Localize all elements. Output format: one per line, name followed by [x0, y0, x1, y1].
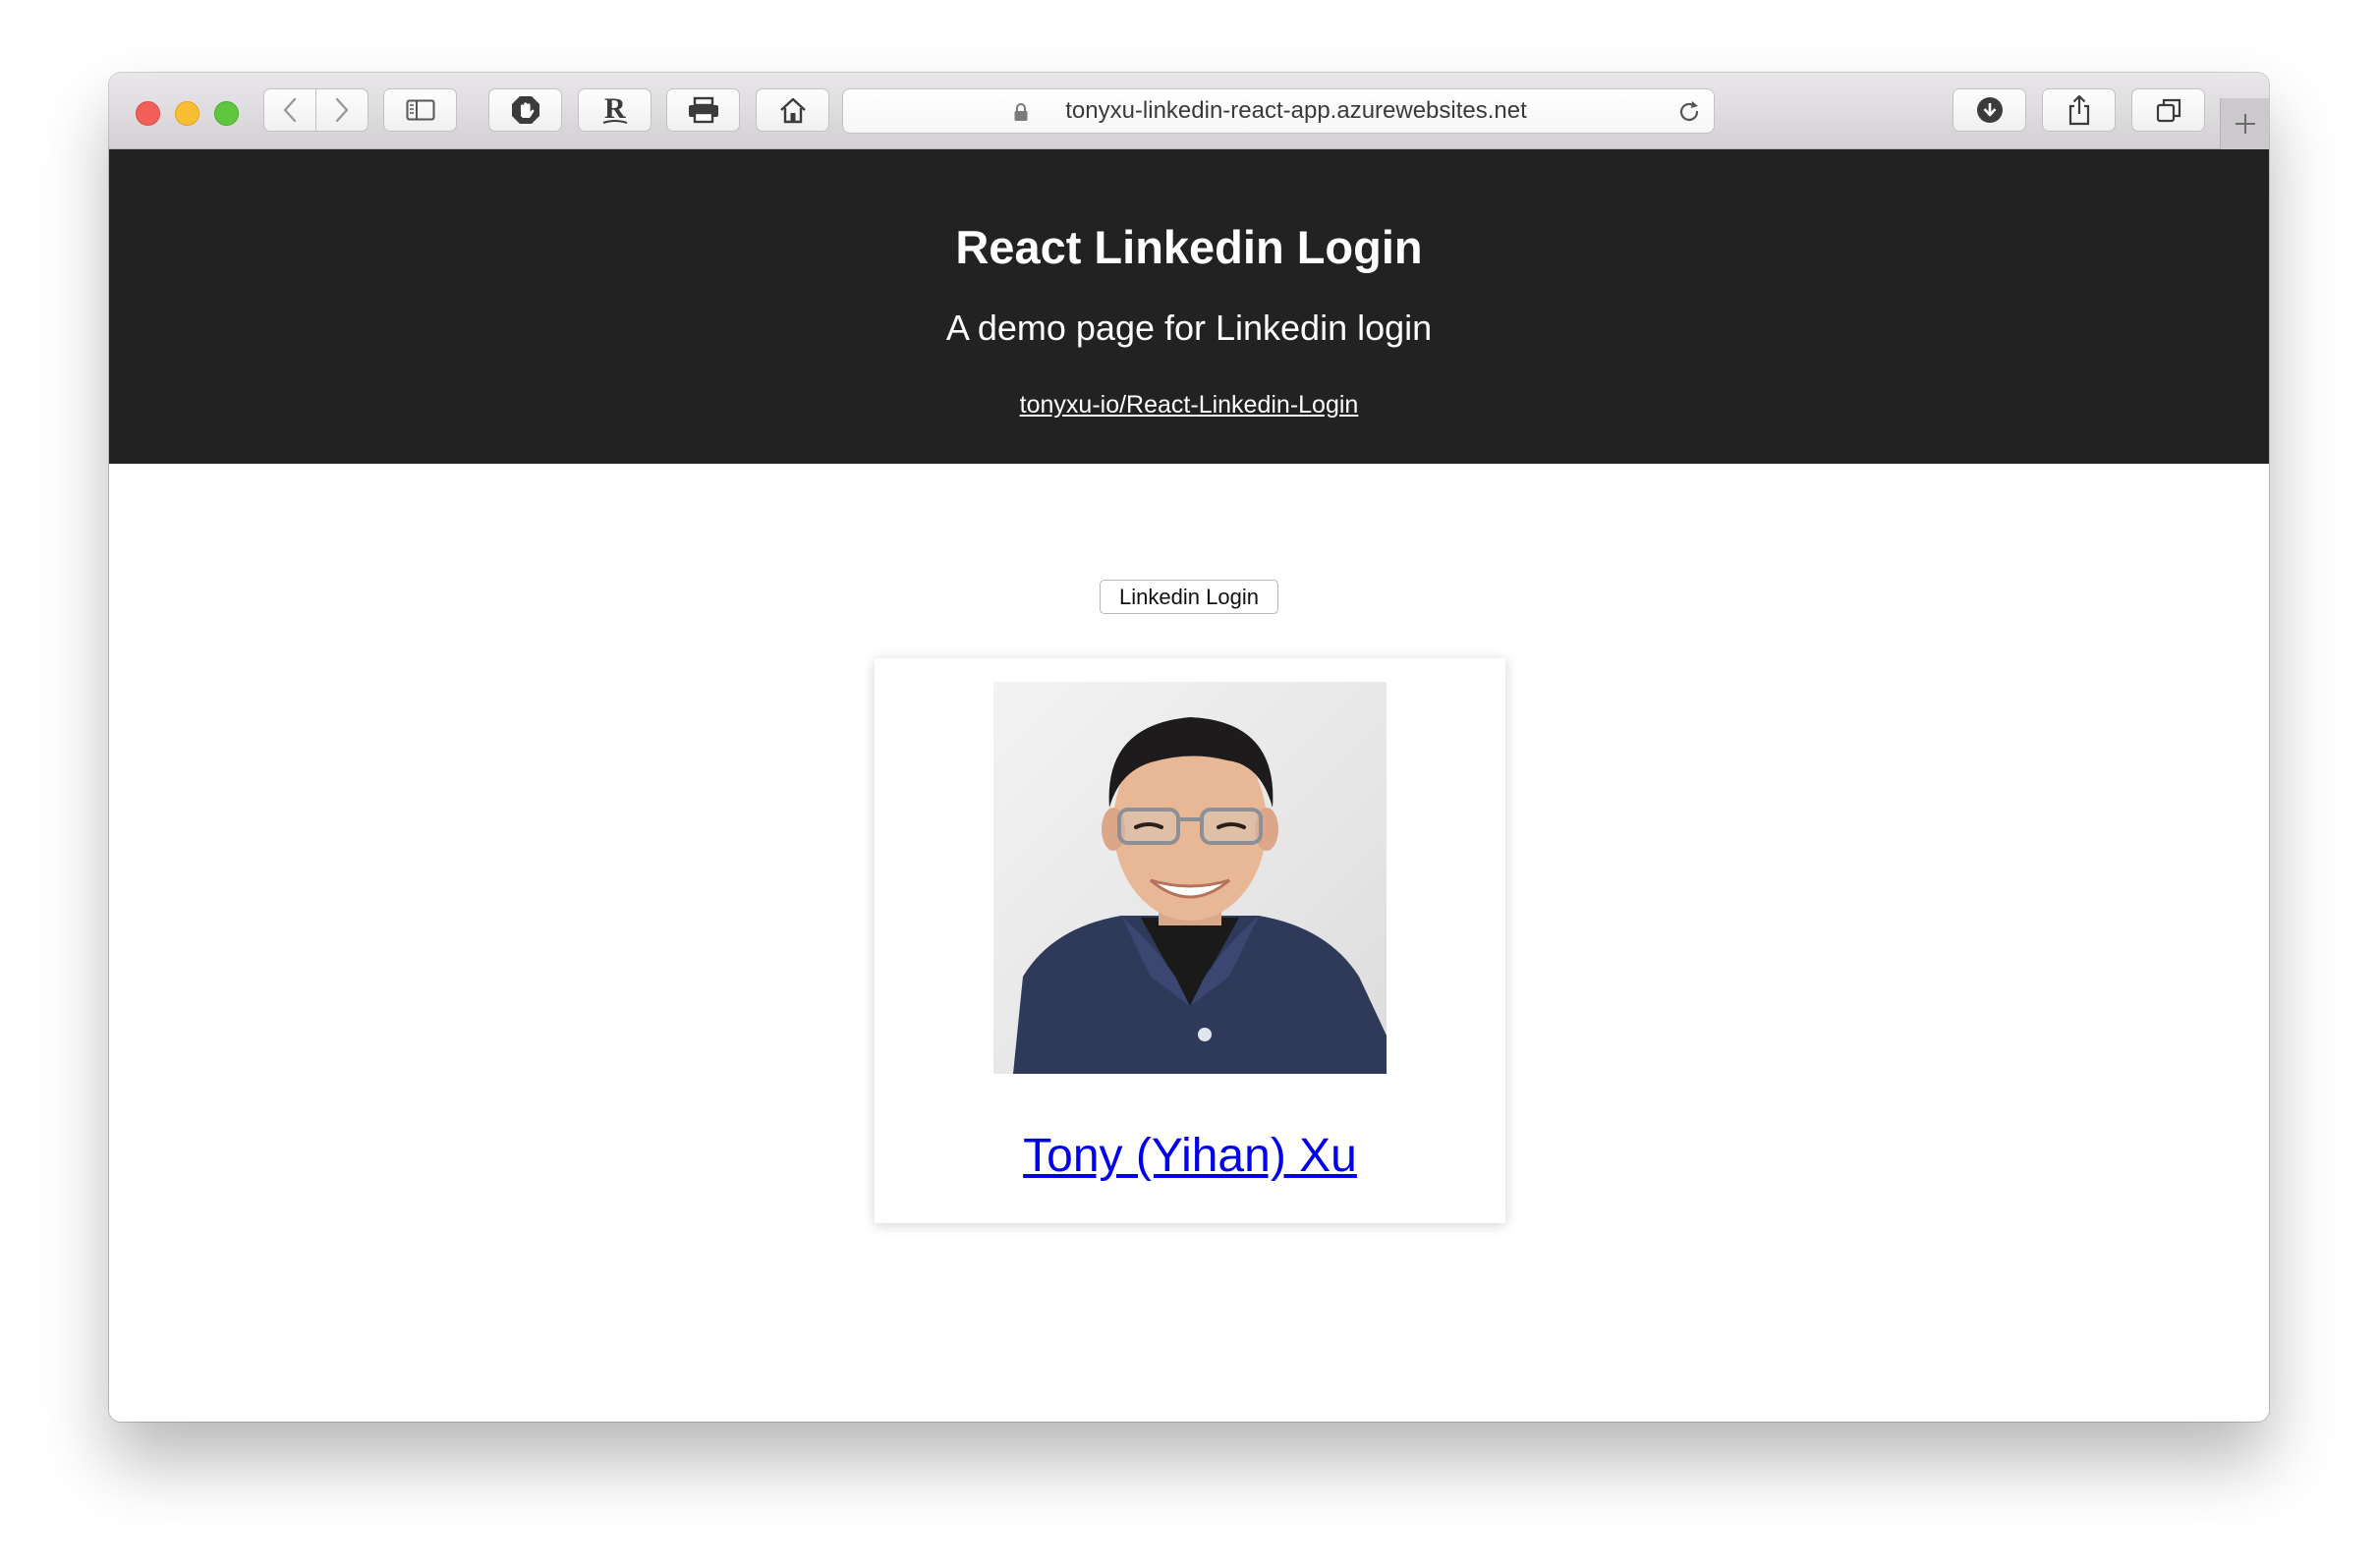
home-button[interactable] — [756, 88, 829, 132]
page-title: React Linkedin Login — [955, 221, 1423, 273]
adblock-extension-button[interactable] — [488, 88, 562, 132]
zoom-window-button[interactable] — [214, 101, 239, 126]
profile-photo — [993, 682, 1387, 1074]
home-icon — [779, 97, 806, 124]
browser-toolbar: R tonyxu-linkedin-react-app.azurewebsite… — [109, 73, 2269, 149]
print-button[interactable] — [666, 88, 740, 132]
plus-icon — [2236, 114, 2255, 134]
profile-name-link[interactable]: Tony (Yihan) Xu — [875, 1128, 1505, 1185]
show-tabs-button[interactable] — [2131, 88, 2205, 132]
chevron-right-icon — [335, 97, 349, 123]
minimize-window-button[interactable] — [175, 101, 199, 126]
browser-window: R tonyxu-linkedin-react-app.azurewebsite… — [109, 73, 2269, 1422]
page-subtitle: A demo page for Linkedin login — [945, 308, 1433, 348]
share-button[interactable] — [2042, 88, 2116, 132]
back-button[interactable] — [263, 88, 316, 132]
close-window-button[interactable] — [136, 101, 160, 126]
chevron-left-icon — [283, 97, 297, 123]
tabs-icon — [2156, 98, 2180, 123]
repo-link[interactable]: tonyxu-io/React-Linkedin-Login — [109, 389, 2269, 420]
printer-icon — [688, 96, 718, 124]
rakuten-extension-button[interactable]: R — [578, 88, 651, 132]
rakuten-r-icon: R — [602, 93, 627, 125]
sidebar-button[interactable] — [383, 88, 457, 132]
download-icon — [1976, 97, 2003, 123]
address-bar[interactable]: tonyxu-linkedin-react-app.azurewebsites.… — [842, 88, 1715, 134]
url-text: tonyxu-linkedin-react-app.azurewebsites.… — [1065, 97, 1527, 124]
page-header: React Linkedin Login A demo page for Lin… — [109, 149, 2269, 464]
web-page: React Linkedin Login A demo page for Lin… — [109, 149, 2269, 1422]
profile-card: Tony (Yihan) Xu — [875, 658, 1505, 1223]
new-tab-button[interactable] — [2220, 98, 2269, 149]
reload-icon[interactable] — [1676, 99, 1702, 125]
sidebar-icon — [406, 99, 434, 121]
linkedin-login-button[interactable]: Linkedin Login — [1100, 580, 1278, 614]
forward-button[interactable] — [315, 88, 368, 132]
downloads-button[interactable] — [1953, 88, 2026, 132]
share-icon — [2068, 94, 2089, 126]
hand-stop-icon — [511, 96, 539, 124]
